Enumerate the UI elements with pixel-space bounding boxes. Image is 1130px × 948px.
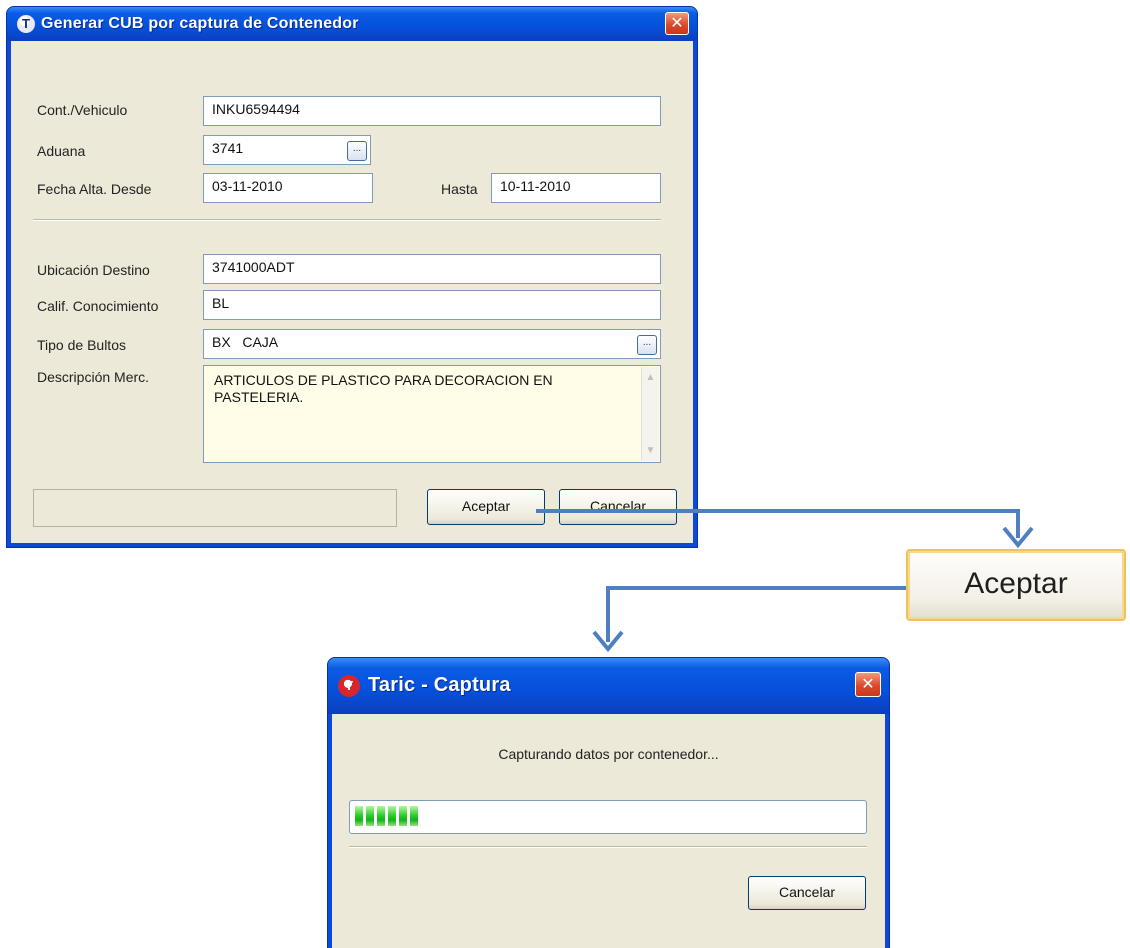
taric-icon: T xyxy=(338,675,360,697)
capture-progress-bar xyxy=(349,800,867,834)
capture-titlebar[interactable]: T Taric - Captura ✕ xyxy=(328,658,889,714)
capture-close-icon[interactable]: ✕ xyxy=(855,672,881,697)
aceptar-zoom-button: Aceptar xyxy=(906,549,1126,621)
arrow-to-capture xyxy=(606,586,906,642)
progress-block xyxy=(410,806,418,826)
capture-title: Taric - Captura xyxy=(368,674,511,696)
arrow-to-zoom xyxy=(536,509,1020,538)
aceptar-zoom-label: Aceptar xyxy=(964,567,1068,600)
progress-block xyxy=(399,806,407,826)
progress-block xyxy=(377,806,385,826)
progress-block xyxy=(388,806,396,826)
progress-block xyxy=(366,806,374,826)
taric-captura-dialog: T Taric - Captura ✕ Capturando datos por… xyxy=(328,658,889,948)
capture-message: Capturando datos por contenedor... xyxy=(498,746,719,762)
capture-divider xyxy=(349,846,867,848)
progress-block xyxy=(355,806,363,826)
capture-body: Capturando datos por contenedor... Cance… xyxy=(332,714,885,948)
capture-cancelar-button[interactable]: Cancelar xyxy=(748,876,866,910)
